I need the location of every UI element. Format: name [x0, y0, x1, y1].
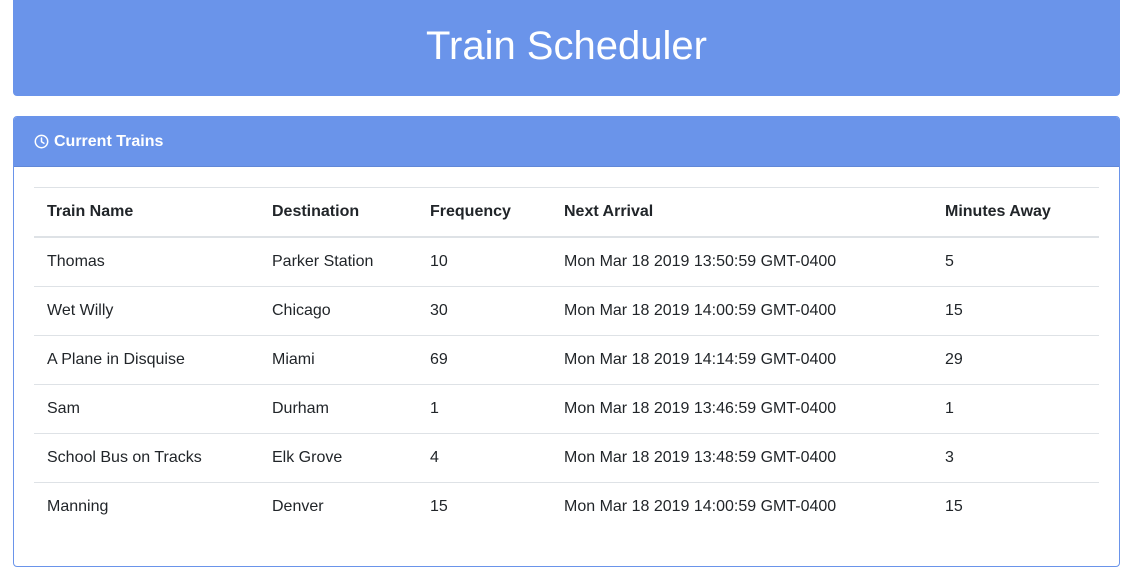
cell-train-name: Sam: [34, 384, 259, 434]
cell-frequency: 69: [417, 335, 551, 385]
panel-body: Train Name Destination Frequency Next Ar…: [14, 167, 1119, 531]
column-header-frequency: Frequency: [417, 187, 551, 238]
trains-table: Train Name Destination Frequency Next Ar…: [34, 187, 1099, 531]
cell-next-arrival: Mon Mar 18 2019 14:14:59 GMT-0400: [551, 335, 932, 385]
table-row: A Plane in Disquise Miami 69 Mon Mar 18 …: [34, 335, 1099, 385]
cell-next-arrival: Mon Mar 18 2019 14:00:59 GMT-0400: [551, 286, 932, 336]
cell-destination: Chicago: [259, 286, 417, 336]
cell-frequency: 15: [430, 498, 448, 515]
table-row: Thomas Parker Station 10 Mon Mar 18 2019…: [34, 237, 1099, 287]
clock-icon: [34, 134, 54, 149]
cell-frequency: 4: [417, 433, 551, 483]
cell-next-arrival: Mon Mar 18 2019 13:46:59 GMT-0400: [551, 384, 932, 434]
cell-next-arrival: Mon Mar 18 2019 14:00:59 GMT-0400: [564, 498, 837, 515]
column-header-minutes-away: Minutes Away: [932, 187, 1099, 238]
cell-train-name: Manning: [47, 498, 109, 515]
panel-header: Current Trains: [14, 117, 1119, 167]
cell-minutes-away: 3: [932, 433, 1099, 483]
cell-destination: Elk Grove: [259, 433, 417, 483]
table-row: Manning Denver 15 Mon Mar 18 2019 14:00:…: [34, 483, 1099, 532]
page-title: Train Scheduler: [426, 24, 707, 68]
table-header-row: Train Name Destination Frequency Next Ar…: [34, 187, 1099, 238]
column-header-train-name: Train Name: [34, 187, 259, 238]
cell-train-name: Wet Willy: [34, 286, 259, 336]
cell-destination: Parker Station: [259, 237, 417, 287]
cell-destination: Miami: [259, 335, 417, 385]
cell-train-name: A Plane in Disquise: [34, 335, 259, 385]
panel-title: Current Trains: [54, 132, 164, 150]
cell-train-name: Thomas: [34, 237, 259, 287]
cell-frequency: 30: [417, 286, 551, 336]
cell-train-name: School Bus on Tracks: [34, 433, 259, 483]
column-header-next-arrival: Next Arrival: [551, 187, 932, 238]
cell-minutes-away: 5: [932, 237, 1099, 287]
cell-minutes-away: 15: [932, 286, 1099, 336]
cell-destination: Denver: [272, 498, 324, 515]
cell-next-arrival: Mon Mar 18 2019 13:48:59 GMT-0400: [551, 433, 932, 483]
cell-destination: Durham: [259, 384, 417, 434]
column-header-destination: Destination: [259, 187, 417, 238]
cell-minutes-away: 29: [932, 335, 1099, 385]
cell-minutes-away: 1: [932, 384, 1099, 434]
cell-frequency: 1: [417, 384, 551, 434]
cell-next-arrival: Mon Mar 18 2019 13:50:59 GMT-0400: [551, 237, 932, 287]
header-banner: Train Scheduler: [13, 0, 1120, 96]
cell-frequency: 10: [417, 237, 551, 287]
table-row: Wet Willy Chicago 30 Mon Mar 18 2019 14:…: [34, 286, 1099, 336]
table-row: School Bus on Tracks Elk Grove 4 Mon Mar…: [34, 433, 1099, 483]
cell-minutes-away: 15: [945, 498, 963, 515]
current-trains-panel: Current Trains Train Name Destination Fr…: [13, 116, 1120, 567]
table-row: Sam Durham 1 Mon Mar 18 2019 13:46:59 GM…: [34, 384, 1099, 434]
